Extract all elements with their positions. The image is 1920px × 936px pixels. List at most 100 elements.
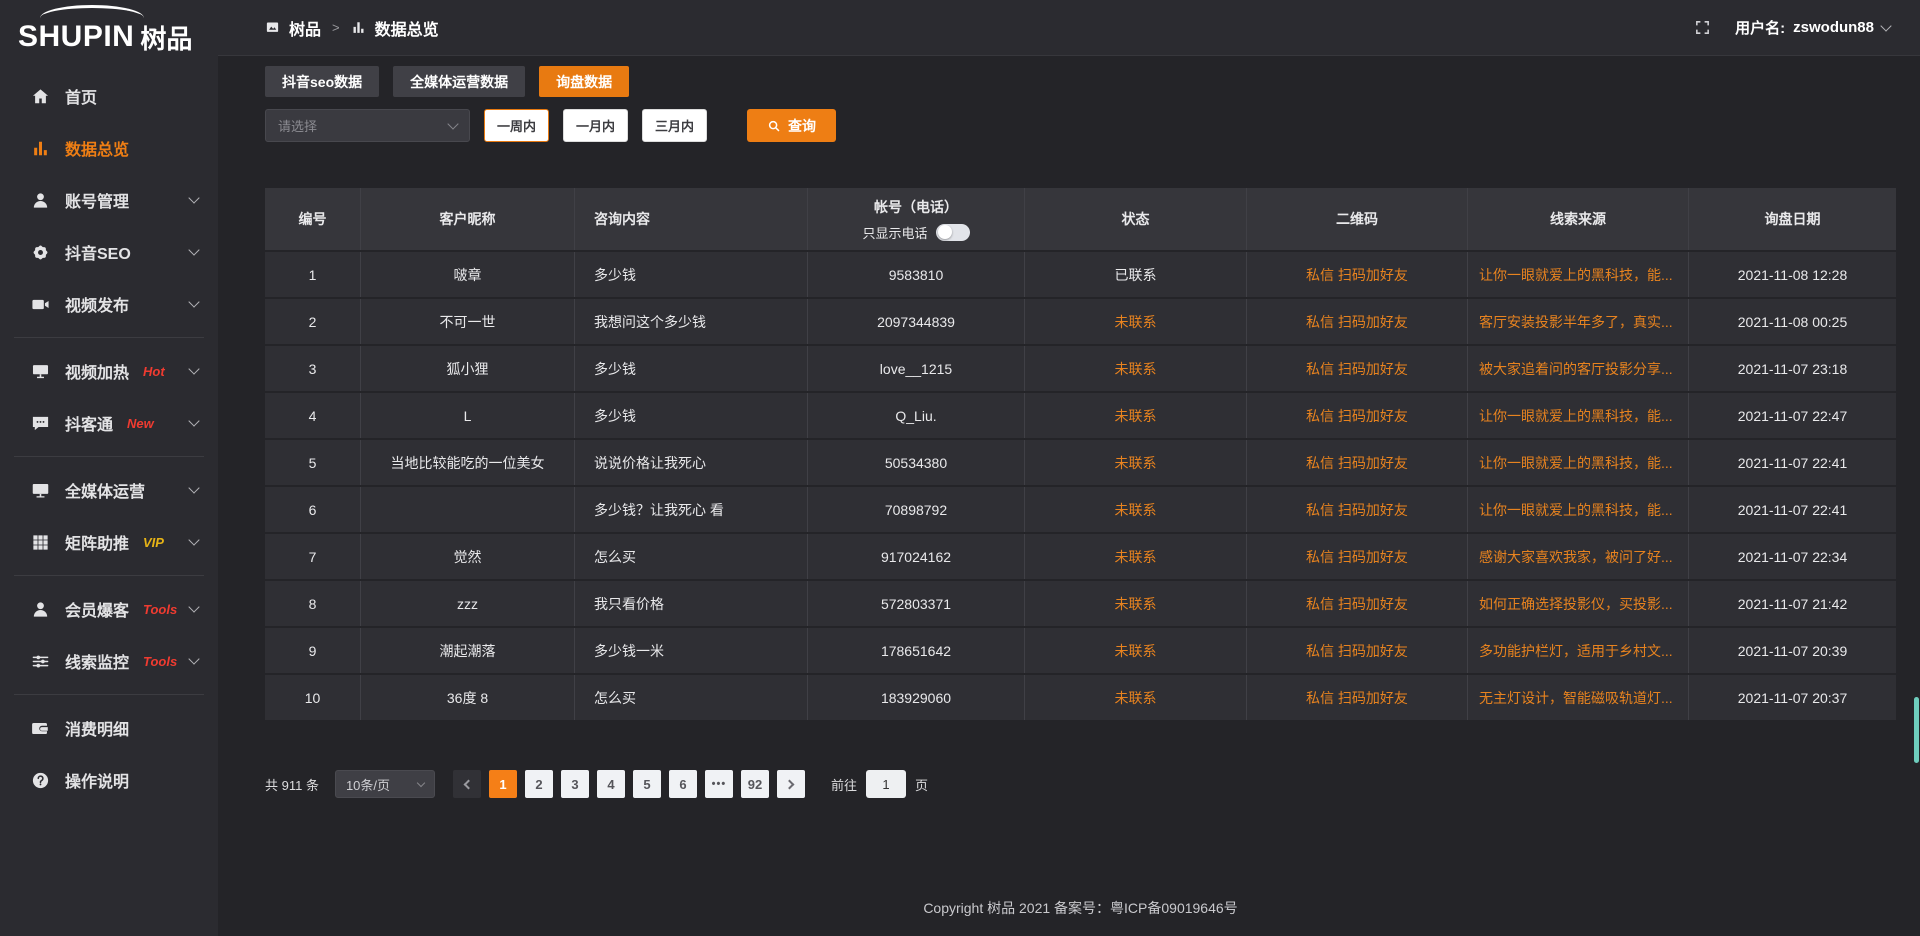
row-qrcode-link[interactable]: 私信 扫码加好友 <box>1247 299 1468 344</box>
row-qrcode-link[interactable]: 私信 扫码加好友 <box>1247 628 1468 673</box>
sidebar-item-lead-monitor[interactable]: 线索监控 Tools <box>0 635 218 687</box>
row-source-link[interactable]: 让你一眼就爱上的黑科技，能... <box>1468 393 1689 438</box>
row-source-link[interactable]: 如何正确选择投影仪，买投影... <box>1468 581 1689 626</box>
row-nickname: 潮起潮落 <box>361 628 575 673</box>
page-ellipsis-button[interactable]: ••• <box>705 770 733 798</box>
row-nickname: L <box>361 393 575 438</box>
table-row: 3 狐小狸 多少钱 love__1215 未联系 私信 扫码加好友 被大家追着问… <box>265 346 1896 391</box>
row-qrcode-link[interactable]: 私信 扫码加好友 <box>1247 393 1468 438</box>
sidebar-item-badge: Hot <box>143 364 165 379</box>
row-id: 10 <box>265 675 361 720</box>
sidebar-item-account-management[interactable]: 账号管理 <box>0 174 218 226</box>
row-qrcode-link[interactable]: 私信 扫码加好友 <box>1247 581 1468 626</box>
row-inquiry-date: 2021-11-07 22:41 <box>1689 440 1896 485</box>
sliders-icon <box>30 651 50 671</box>
page-number-button[interactable]: 1 <box>489 770 517 798</box>
row-source-link[interactable]: 多功能护栏灯，适用于乡村文... <box>1468 628 1689 673</box>
filter-select[interactable]: 请选择 <box>265 109 470 142</box>
col-header-content: 咨询内容 <box>575 188 808 250</box>
sidebar-item-consumption-detail[interactable]: 消费明细 <box>0 702 218 754</box>
table-row: 8 zzz 我只看价格 572803371 未联系 私信 扫码加好友 如何正确选… <box>265 581 1896 626</box>
sidebar-item-douketong[interactable]: 抖客通 New <box>0 397 218 449</box>
table-row: 2 不可一世 我想问这个多少钱 2097344839 未联系 私信 扫码加好友 … <box>265 299 1896 344</box>
row-qrcode-link[interactable]: 私信 扫码加好友 <box>1247 487 1468 532</box>
logo-arc <box>40 5 144 18</box>
col-header-date: 询盘日期 <box>1689 188 1896 250</box>
page-size-select[interactable]: 10条/页 <box>335 770 435 798</box>
row-source-link[interactable]: 客厅安装投影半年多了，真实... <box>1468 299 1689 344</box>
sidebar-item-video-heating[interactable]: 视频加热 Hot <box>0 345 218 397</box>
range-button-three-months[interactable]: 三月内 <box>642 109 707 142</box>
scrollbar-thumb[interactable] <box>1914 697 1919 763</box>
sidebar-divider <box>14 694 204 695</box>
row-qrcode-link[interactable]: 私信 扫码加好友 <box>1247 440 1468 485</box>
row-qrcode-link[interactable]: 私信 扫码加好友 <box>1247 252 1468 297</box>
sidebar-item-operation-guide[interactable]: 操作说明 <box>0 754 218 806</box>
next-page-button[interactable] <box>777 770 805 798</box>
sidebar-item-matrix-boost[interactable]: 矩阵助推 VIP <box>0 516 218 568</box>
row-source-link[interactable]: 无主灯设计，智能磁吸轨道灯... <box>1468 675 1689 720</box>
sidebar-item-video-publish[interactable]: 视频发布 <box>0 278 218 330</box>
row-qrcode-link[interactable]: 私信 扫码加好友 <box>1247 534 1468 579</box>
row-status: 未联系 <box>1025 675 1247 720</box>
tab-omni-media-data[interactable]: 全媒体运营数据 <box>393 66 525 97</box>
row-status: 未联系 <box>1025 440 1247 485</box>
tab-label: 抖音seo数据 <box>282 72 362 92</box>
range-button-one-month[interactable]: 一月内 <box>563 109 628 142</box>
row-inquiry-content: 多少钱 <box>575 346 808 391</box>
filter-select-placeholder: 请选择 <box>278 116 317 135</box>
row-source-link[interactable]: 让你一眼就爱上的黑科技，能... <box>1468 440 1689 485</box>
prev-page-button[interactable] <box>453 770 481 798</box>
sidebar-item-douyin-seo[interactable]: 抖音SEO <box>0 226 218 278</box>
row-nickname: 狐小狸 <box>361 346 575 391</box>
sidebar-item-label: 抖音SEO <box>65 240 131 264</box>
page-number-button[interactable]: 5 <box>633 770 661 798</box>
fullscreen-icon[interactable] <box>1694 19 1711 36</box>
row-status: 未联系 <box>1025 393 1247 438</box>
sidebar-item-label: 账号管理 <box>65 188 129 212</box>
sidebar-item-omni-media[interactable]: 全媒体运营 <box>0 464 218 516</box>
row-source-link[interactable]: 被大家追着问的客厅投影分享... <box>1468 346 1689 391</box>
phone-only-toggle[interactable] <box>936 224 970 241</box>
row-inquiry-date: 2021-11-07 22:41 <box>1689 487 1896 532</box>
row-inquiry-date: 2021-11-07 20:39 <box>1689 628 1896 673</box>
row-source-link[interactable]: 感谢大家喜欢我家，被问了好... <box>1468 534 1689 579</box>
page-number-button[interactable]: 3 <box>561 770 589 798</box>
row-status: 未联系 <box>1025 487 1247 532</box>
page-number-button[interactable]: 2 <box>525 770 553 798</box>
goto-page-input[interactable] <box>866 770 906 798</box>
phone-only-label: 只显示电话 <box>862 223 927 242</box>
chevron-down-icon <box>188 653 199 664</box>
search-button[interactable]: 查询 <box>747 109 836 142</box>
sidebar-item-member-baoke[interactable]: 会员爆客 Tools <box>0 583 218 635</box>
user-menu[interactable]: 用户名: zswodun88 <box>1735 17 1890 38</box>
chevron-down-icon <box>447 118 458 129</box>
tab-douyin-seo-data[interactable]: 抖音seo数据 <box>265 66 379 97</box>
search-button-label: 查询 <box>788 116 816 136</box>
row-source-link[interactable]: 让你一眼就爱上的黑科技，能... <box>1468 252 1689 297</box>
tab-inquiry-data[interactable]: 询盘数据 <box>539 66 629 97</box>
breadcrumb-home[interactable]: 树品 <box>289 16 321 40</box>
bar-chart-icon <box>30 138 50 158</box>
row-qrcode-link[interactable]: 私信 扫码加好友 <box>1247 675 1468 720</box>
table-row: 4 L 多少钱 Q_Liu. 未联系 私信 扫码加好友 让你一眼就爱上的黑科技，… <box>265 393 1896 438</box>
row-qrcode-link[interactable]: 私信 扫码加好友 <box>1247 346 1468 391</box>
range-button-one-week[interactable]: 一周内 <box>484 109 549 142</box>
row-account: 178651642 <box>808 628 1025 673</box>
row-inquiry-content: 多少钱 <box>575 252 808 297</box>
table-row: 6 多少钱？让我死心 看 70898792 未联系 私信 扫码加好友 让你一眼就… <box>265 487 1896 532</box>
row-id: 1 <box>265 252 361 297</box>
page-number-button[interactable]: 6 <box>669 770 697 798</box>
sidebar-item-badge: Tools <box>143 602 177 617</box>
range-label: 一月内 <box>576 116 615 135</box>
row-source-link[interactable]: 让你一眼就爱上的黑科技，能... <box>1468 487 1689 532</box>
page-number-button[interactable]: 4 <box>597 770 625 798</box>
sidebar-item-home[interactable]: 首页 <box>0 70 218 122</box>
total-count: 共 911 条 <box>265 775 319 794</box>
col-header-account-title: 帐号（电话） <box>874 197 958 217</box>
page-number-button[interactable]: 92 <box>741 770 769 798</box>
row-status: 已联系 <box>1025 252 1247 297</box>
col-header-id: 编号 <box>265 188 361 250</box>
sidebar-item-data-overview[interactable]: 数据总览 <box>0 122 218 174</box>
col-header-qrcode: 二维码 <box>1247 188 1468 250</box>
